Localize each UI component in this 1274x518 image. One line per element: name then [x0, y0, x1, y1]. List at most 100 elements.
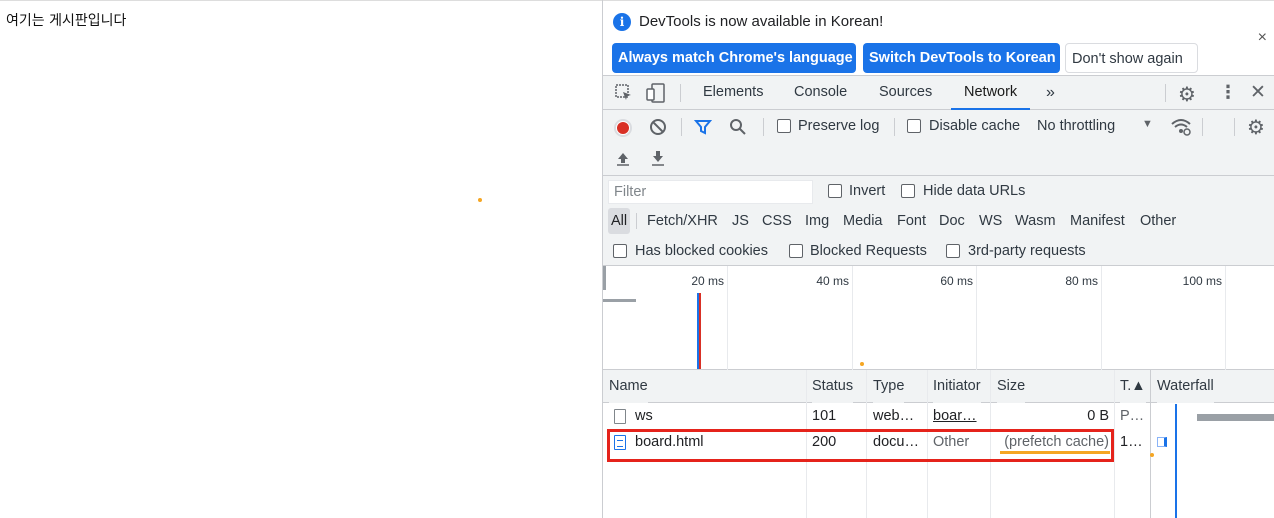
- timeline-tick: 80 ms: [1065, 274, 1098, 288]
- network-settings-gear-icon[interactable]: ⚙: [1247, 115, 1265, 140]
- page-heading: 여기는 게시판입니다: [6, 13, 127, 29]
- gridline: [727, 266, 728, 370]
- gridline: [976, 266, 977, 370]
- blocked-requests-label: Blocked Requests: [810, 243, 927, 259]
- divider: [894, 118, 895, 136]
- overview-start-marker: [603, 266, 606, 290]
- request-initiator[interactable]: boar…: [933, 408, 985, 424]
- inspect-element-icon[interactable]: [614, 83, 634, 108]
- type-filter-img[interactable]: Img: [803, 208, 831, 234]
- type-filter-js[interactable]: JS: [730, 208, 751, 234]
- switch-to-korean-button[interactable]: Switch DevTools to Korean: [863, 43, 1060, 73]
- tab-console[interactable]: Console: [794, 76, 847, 110]
- waterfall-load-line: [1175, 404, 1177, 518]
- devtools-panel: i DevTools is now available in Korean! A…: [602, 0, 1274, 518]
- close-icon[interactable]: ×: [1258, 29, 1267, 47]
- settings-gear-icon[interactable]: ⚙: [1178, 82, 1196, 107]
- column-header-time[interactable]: T.▲: [1120, 370, 1146, 403]
- network-toolbar: Preserve log Disable cache No throttling…: [603, 110, 1274, 176]
- column-header-type[interactable]: Type: [873, 370, 905, 403]
- has-blocked-cookies-checkbox[interactable]: [613, 244, 627, 258]
- devtools-tabbar: Elements Console Sources Network » ⚙ ⋮ ✕: [603, 76, 1274, 110]
- overview-bar-ws: [603, 299, 636, 302]
- divider: [681, 118, 682, 136]
- column-header-size[interactable]: Size: [997, 370, 1026, 403]
- column-header-status[interactable]: Status: [812, 370, 854, 403]
- disable-cache-checkbox[interactable]: [907, 119, 921, 133]
- divider: [763, 118, 764, 136]
- blocked-requests-checkbox[interactable]: [789, 244, 803, 258]
- always-match-language-button[interactable]: Always match Chrome's language: [612, 43, 856, 73]
- preserve-log-checkbox[interactable]: [777, 119, 791, 133]
- type-filter-wasm[interactable]: Wasm: [1013, 208, 1058, 234]
- filter-bar: Invert Hide data URLs All Fetch/XHR JS C…: [603, 176, 1274, 266]
- tab-elements[interactable]: Elements: [703, 76, 763, 110]
- invert-checkbox[interactable]: [828, 184, 842, 198]
- divider: [1165, 84, 1166, 102]
- info-icon: i: [613, 13, 631, 31]
- request-type: web…: [873, 408, 915, 424]
- cursor-dot: [478, 198, 482, 202]
- export-har-icon[interactable]: [650, 150, 666, 171]
- type-filter-doc[interactable]: Doc: [937, 208, 967, 234]
- clear-icon[interactable]: [649, 118, 667, 141]
- type-filter-other[interactable]: Other: [1138, 208, 1178, 234]
- more-options-icon[interactable]: ⋮: [1219, 82, 1237, 103]
- marker-dot: [860, 362, 864, 366]
- highlight-box: [607, 429, 1114, 462]
- dont-show-again-button[interactable]: Don't show again: [1065, 43, 1198, 73]
- more-tabs-icon[interactable]: »: [1046, 76, 1055, 110]
- tab-network[interactable]: Network: [951, 76, 1031, 110]
- search-icon[interactable]: [729, 118, 747, 141]
- gridline: [1225, 266, 1226, 370]
- timeline-tick: 20 ms: [691, 274, 724, 288]
- timeline-tick: 40 ms: [816, 274, 849, 288]
- device-toolbar-icon[interactable]: [646, 83, 666, 108]
- request-size: 0 B: [1087, 408, 1109, 424]
- tab-sources[interactable]: Sources: [879, 76, 932, 110]
- divider: [636, 213, 637, 229]
- chevron-down-icon[interactable]: ▼: [1142, 118, 1153, 130]
- gridline: [1101, 266, 1102, 370]
- infobar-message: DevTools is now available in Korean!: [639, 13, 884, 30]
- disable-cache-label: Disable cache: [929, 118, 1021, 134]
- timeline-tick: 60 ms: [940, 274, 973, 288]
- type-filter-all[interactable]: All: [608, 208, 631, 234]
- page-viewport: 여기는 게시판입니다: [0, 0, 602, 518]
- request-time: 1…: [1120, 434, 1143, 450]
- import-har-icon[interactable]: [615, 150, 631, 171]
- timeline-tick: 100 ms: [1182, 274, 1222, 288]
- type-filter-font[interactable]: Font: [895, 208, 928, 234]
- hide-data-urls-checkbox[interactable]: [901, 184, 915, 198]
- waterfall-bar: [1197, 414, 1274, 421]
- type-filter-fetch-xhr[interactable]: Fetch/XHR: [645, 208, 720, 234]
- language-infobar: i DevTools is now available in Korean! A…: [603, 0, 1274, 76]
- divider: [1202, 118, 1203, 136]
- column-header-initiator[interactable]: Initiator: [933, 370, 981, 403]
- type-filter-media[interactable]: Media: [841, 208, 885, 234]
- record-icon[interactable]: [614, 119, 632, 137]
- request-name[interactable]: ws: [635, 408, 653, 424]
- filter-icon[interactable]: [693, 118, 713, 141]
- type-filter-manifest[interactable]: Manifest: [1068, 208, 1127, 234]
- load-event-line: [699, 293, 701, 369]
- request-status: 101: [812, 408, 837, 424]
- close-devtools-icon[interactable]: ✕: [1250, 81, 1266, 104]
- divider: [1234, 118, 1235, 136]
- third-party-requests-checkbox[interactable]: [946, 244, 960, 258]
- has-blocked-cookies-label: Has blocked cookies: [635, 243, 768, 259]
- column-header-name[interactable]: Name: [609, 370, 648, 403]
- gridline: [852, 266, 853, 370]
- throttling-select[interactable]: No throttling: [1037, 118, 1115, 134]
- waterfall-bar: [1157, 437, 1167, 447]
- third-party-requests-label: 3rd-party requests: [968, 243, 1086, 259]
- network-conditions-icon[interactable]: [1170, 117, 1192, 142]
- column-header-waterfall[interactable]: Waterfall: [1157, 370, 1214, 403]
- filter-input[interactable]: [608, 180, 813, 204]
- network-overview[interactable]: 20 ms 40 ms 60 ms 80 ms 100 ms: [603, 266, 1274, 370]
- network-request-table: Name Status Type Initiator Size T.▲ Wate…: [603, 370, 1274, 518]
- type-filter-css[interactable]: CSS: [760, 208, 794, 234]
- file-icon: [614, 409, 626, 424]
- type-filter-ws[interactable]: WS: [977, 208, 1004, 234]
- table-row[interactable]: ws 101 web… boar… 0 B P…: [603, 404, 1274, 430]
